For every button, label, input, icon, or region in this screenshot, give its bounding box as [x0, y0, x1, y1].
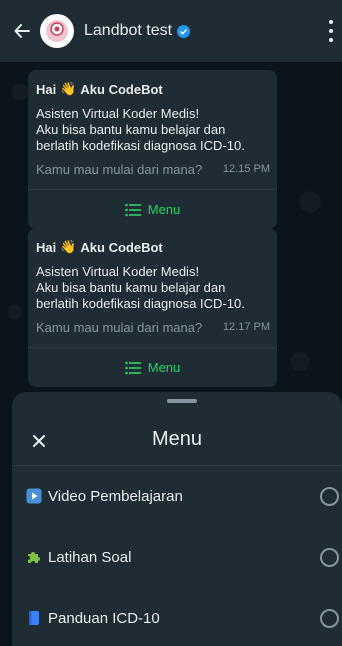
option-label: Video Pembelajaran	[48, 487, 183, 505]
menu-button-label: Menu	[147, 360, 181, 375]
sheet-title: Menu	[151, 428, 203, 450]
option-radio[interactable]	[320, 547, 339, 567]
menu-button-label: Menu	[147, 202, 181, 217]
waving-hand-icon: 👋	[60, 239, 77, 254]
divider	[12, 465, 342, 466]
message-bubble: Hai 👋 Aku CodeBot Asisten Virtual Koder …	[28, 228, 277, 387]
message-time: 12.17 PM	[222, 321, 270, 333]
puzzle-piece-icon	[26, 549, 42, 565]
waving-hand-icon: 👋	[60, 81, 77, 96]
menu-bottom-sheet: Menu Video Pembelajaran Latihan Soal Pan	[12, 392, 342, 646]
list-icon	[124, 361, 141, 374]
chat-title-text: Landbot test	[84, 22, 173, 39]
avatar[interactable]	[40, 14, 74, 48]
menu-list-button[interactable]: Menu	[28, 347, 277, 387]
option-panduan-icd10[interactable]: Panduan ICD-10	[12, 596, 342, 640]
option-label: Panduan ICD-10	[48, 609, 160, 627]
book-icon	[26, 610, 42, 626]
chat-header: Landbot test	[0, 0, 342, 62]
back-button[interactable]	[0, 0, 44, 62]
option-radio[interactable]	[320, 486, 339, 506]
greeting-text: Hai	[36, 239, 57, 255]
bot-avatar-icon	[46, 20, 68, 42]
chat-area[interactable]: Hai 👋 Aku CodeBot Asisten Virtual Koder …	[0, 62, 342, 392]
message-bubble: Hai 👋 Aku CodeBot Asisten Virtual Koder …	[28, 70, 277, 229]
message-heading: Hai 👋 Aku CodeBot	[36, 239, 269, 255]
message-text: Asisten Virtual Koder Medis! Aku bisa ba…	[36, 264, 245, 311]
sender-name: Aku CodeBot	[80, 81, 163, 97]
sender-name: Aku CodeBot	[80, 239, 163, 255]
chat-title[interactable]: Landbot test	[84, 22, 191, 40]
option-label: Latihan Soal	[48, 548, 132, 566]
menu-list-button[interactable]: Menu	[28, 189, 277, 229]
verified-badge-icon	[177, 24, 191, 38]
message-heading: Hai 👋 Aku CodeBot	[36, 81, 269, 97]
option-radio[interactable]	[320, 608, 339, 628]
message-time: 12.15 PM	[222, 163, 270, 175]
more-vertical-icon[interactable]	[326, 20, 336, 42]
sheet-drag-handle[interactable]	[167, 399, 197, 403]
greeting-text: Hai	[36, 81, 57, 97]
play-button-icon	[26, 488, 42, 504]
arrow-left-icon	[14, 24, 30, 38]
option-video-pembelajaran[interactable]: Video Pembelajaran	[12, 474, 342, 518]
message-text: Asisten Virtual Koder Medis! Aku bisa ba…	[36, 106, 245, 153]
option-latihan-soal[interactable]: Latihan Soal	[12, 535, 342, 579]
list-icon	[124, 203, 141, 216]
